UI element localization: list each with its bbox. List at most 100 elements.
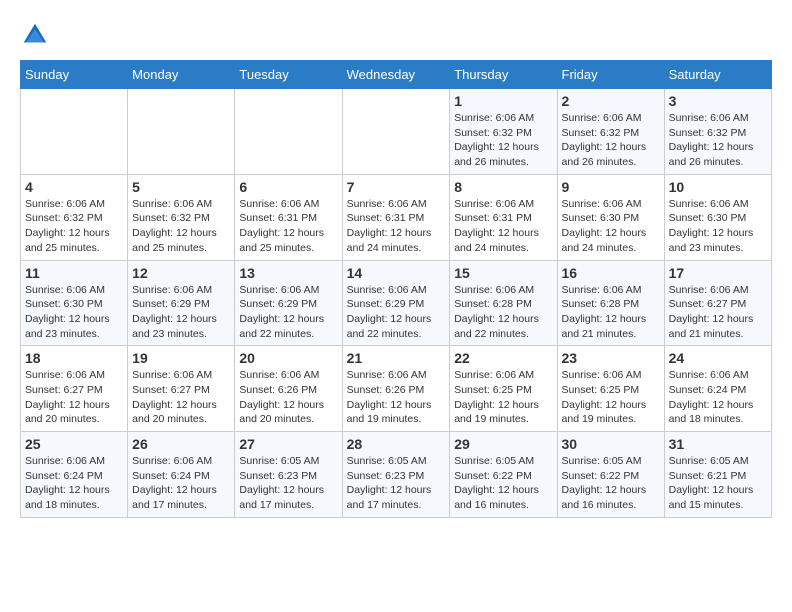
day-info: Sunrise: 6:06 AM Sunset: 6:28 PM Dayligh… <box>562 283 660 342</box>
day-info: Sunrise: 6:05 AM Sunset: 6:21 PM Dayligh… <box>669 454 767 513</box>
calendar-cell: 15 Sunrise: 6:06 AM Sunset: 6:28 PM Dayli… <box>450 260 557 346</box>
day-info: Sunrise: 6:06 AM Sunset: 6:30 PM Dayligh… <box>25 283 123 342</box>
calendar-cell: 25Sunrise: 6:06 AM Sunset: 6:24 PM Dayli… <box>21 432 128 518</box>
calendar-cell: 12 Sunrise: 6:06 AM Sunset: 6:29 PM Dayli… <box>128 260 235 346</box>
logo <box>20 20 54 50</box>
calendar-cell: 20 Sunrise: 6:06 AM Sunset: 6:26 PM Dayli… <box>235 346 342 432</box>
day-number: 17 <box>669 265 767 281</box>
calendar-cell: 6 Sunrise: 6:06 AM Sunset: 6:31 PM Daylig… <box>235 174 342 260</box>
day-info: Sunrise: 6:06 AM Sunset: 6:27 PM Dayligh… <box>132 368 230 427</box>
day-info: Sunrise: 6:06 AM Sunset: 6:29 PM Dayligh… <box>239 283 337 342</box>
calendar-cell: 18 Sunrise: 6:06 AM Sunset: 6:27 PM Dayli… <box>21 346 128 432</box>
weekday-header: Monday <box>128 61 235 89</box>
day-number: 13 <box>239 265 337 281</box>
weekday-header: Saturday <box>664 61 771 89</box>
weekday-header: Sunday <box>21 61 128 89</box>
day-info: Sunrise: 6:06 AM Sunset: 6:30 PM Dayligh… <box>562 197 660 256</box>
day-info: Sunrise: 6:06 AM Sunset: 6:31 PM Dayligh… <box>454 197 552 256</box>
calendar-cell: 4 Sunrise: 6:06 AM Sunset: 6:32 PM Daylig… <box>21 174 128 260</box>
calendar-cell: 27 Sunrise: 6:05 AM Sunset: 6:23 PM Dayli… <box>235 432 342 518</box>
calendar-cell <box>235 89 342 175</box>
weekday-header: Friday <box>557 61 664 89</box>
calendar-cell: 31 Sunrise: 6:05 AM Sunset: 6:21 PM Dayli… <box>664 432 771 518</box>
day-info: Sunrise: 6:06 AM Sunset: 6:28 PM Dayligh… <box>454 283 552 342</box>
day-info: Sunrise: 6:06 AM Sunset: 6:31 PM Dayligh… <box>239 197 337 256</box>
day-number: 9 <box>562 179 660 195</box>
calendar-cell: 13 Sunrise: 6:06 AM Sunset: 6:29 PM Dayli… <box>235 260 342 346</box>
day-number: 12 <box>132 265 230 281</box>
day-info: Sunrise: 6:06 AM Sunset: 6:32 PM Dayligh… <box>669 111 767 170</box>
calendar-cell: 1 Sunrise: 6:06 AM Sunset: 6:32 PM Daylig… <box>450 89 557 175</box>
weekday-header: Tuesday <box>235 61 342 89</box>
day-number: 30 <box>562 436 660 452</box>
day-number: 8 <box>454 179 552 195</box>
calendar-header: SundayMondayTuesdayWednesdayThursdayFrid… <box>21 61 772 89</box>
calendar-cell: 26 Sunrise: 6:06 AM Sunset: 6:24 PM Dayli… <box>128 432 235 518</box>
calendar-cell: 30 Sunrise: 6:05 AM Sunset: 6:22 PM Dayli… <box>557 432 664 518</box>
calendar-cell: 7 Sunrise: 6:06 AM Sunset: 6:31 PM Daylig… <box>342 174 450 260</box>
calendar-cell: 17 Sunrise: 6:06 AM Sunset: 6:27 PM Dayli… <box>664 260 771 346</box>
weekday-header: Wednesday <box>342 61 450 89</box>
calendar-cell <box>128 89 235 175</box>
day-number: 27 <box>239 436 337 452</box>
calendar-cell: 5Sunrise: 6:06 AM Sunset: 6:32 PM Daylig… <box>128 174 235 260</box>
day-number: 19 <box>132 350 230 366</box>
calendar-cell: 14 Sunrise: 6:06 AM Sunset: 6:29 PM Dayli… <box>342 260 450 346</box>
calendar-cell <box>342 89 450 175</box>
day-info: Sunrise: 6:06 AM Sunset: 6:24 PM Dayligh… <box>669 368 767 427</box>
calendar-cell: 22Sunrise: 6:06 AM Sunset: 6:25 PM Dayli… <box>450 346 557 432</box>
day-info: Sunrise: 6:06 AM Sunset: 6:32 PM Dayligh… <box>132 197 230 256</box>
day-number: 18 <box>25 350 123 366</box>
day-number: 29 <box>454 436 552 452</box>
day-number: 6 <box>239 179 337 195</box>
day-number: 31 <box>669 436 767 452</box>
day-number: 4 <box>25 179 123 195</box>
day-number: 16 <box>562 265 660 281</box>
calendar-cell: 11 Sunrise: 6:06 AM Sunset: 6:30 PM Dayli… <box>21 260 128 346</box>
day-info: Sunrise: 6:06 AM Sunset: 6:25 PM Dayligh… <box>562 368 660 427</box>
day-number: 10 <box>669 179 767 195</box>
day-number: 23 <box>562 350 660 366</box>
day-info: Sunrise: 6:06 AM Sunset: 6:32 PM Dayligh… <box>454 111 552 170</box>
weekday-header: Thursday <box>450 61 557 89</box>
calendar-cell: 16 Sunrise: 6:06 AM Sunset: 6:28 PM Dayli… <box>557 260 664 346</box>
day-number: 24 <box>669 350 767 366</box>
day-info: Sunrise: 6:06 AM Sunset: 6:27 PM Dayligh… <box>669 283 767 342</box>
calendar-cell: 23 Sunrise: 6:06 AM Sunset: 6:25 PM Dayli… <box>557 346 664 432</box>
day-info: Sunrise: 6:05 AM Sunset: 6:22 PM Dayligh… <box>562 454 660 513</box>
day-info: Sunrise: 6:06 AM Sunset: 6:27 PM Dayligh… <box>25 368 123 427</box>
day-info: Sunrise: 6:06 AM Sunset: 6:31 PM Dayligh… <box>347 197 446 256</box>
day-info: Sunrise: 6:06 AM Sunset: 6:24 PM Dayligh… <box>25 454 123 513</box>
calendar-cell: 28Sunrise: 6:05 AM Sunset: 6:23 PM Dayli… <box>342 432 450 518</box>
calendar-cell <box>21 89 128 175</box>
calendar-cell: 21Sunrise: 6:06 AM Sunset: 6:26 PM Dayli… <box>342 346 450 432</box>
calendar-cell: 29 Sunrise: 6:05 AM Sunset: 6:22 PM Dayli… <box>450 432 557 518</box>
calendar-cell: 2Sunrise: 6:06 AM Sunset: 6:32 PM Daylig… <box>557 89 664 175</box>
calendar-cell: 8 Sunrise: 6:06 AM Sunset: 6:31 PM Daylig… <box>450 174 557 260</box>
day-number: 3 <box>669 93 767 109</box>
calendar-cell: 24 Sunrise: 6:06 AM Sunset: 6:24 PM Dayli… <box>664 346 771 432</box>
day-number: 1 <box>454 93 552 109</box>
day-info: Sunrise: 6:06 AM Sunset: 6:29 PM Dayligh… <box>132 283 230 342</box>
day-info: Sunrise: 6:05 AM Sunset: 6:23 PM Dayligh… <box>239 454 337 513</box>
day-info: Sunrise: 6:06 AM Sunset: 6:30 PM Dayligh… <box>669 197 767 256</box>
day-info: Sunrise: 6:05 AM Sunset: 6:22 PM Dayligh… <box>454 454 552 513</box>
calendar-cell: 19 Sunrise: 6:06 AM Sunset: 6:27 PM Dayli… <box>128 346 235 432</box>
day-number: 28 <box>347 436 446 452</box>
day-info: Sunrise: 6:06 AM Sunset: 6:32 PM Dayligh… <box>562 111 660 170</box>
calendar-cell: 3 Sunrise: 6:06 AM Sunset: 6:32 PM Daylig… <box>664 89 771 175</box>
day-info: Sunrise: 6:06 AM Sunset: 6:26 PM Dayligh… <box>347 368 446 427</box>
day-number: 26 <box>132 436 230 452</box>
day-number: 11 <box>25 265 123 281</box>
day-number: 20 <box>239 350 337 366</box>
day-info: Sunrise: 6:06 AM Sunset: 6:26 PM Dayligh… <box>239 368 337 427</box>
header <box>20 20 772 50</box>
day-number: 22 <box>454 350 552 366</box>
day-number: 14 <box>347 265 446 281</box>
day-info: Sunrise: 6:06 AM Sunset: 6:24 PM Dayligh… <box>132 454 230 513</box>
day-number: 7 <box>347 179 446 195</box>
calendar-cell: 10 Sunrise: 6:06 AM Sunset: 6:30 PM Dayli… <box>664 174 771 260</box>
day-number: 15 <box>454 265 552 281</box>
day-info: Sunrise: 6:06 AM Sunset: 6:29 PM Dayligh… <box>347 283 446 342</box>
day-info: Sunrise: 6:06 AM Sunset: 6:32 PM Dayligh… <box>25 197 123 256</box>
